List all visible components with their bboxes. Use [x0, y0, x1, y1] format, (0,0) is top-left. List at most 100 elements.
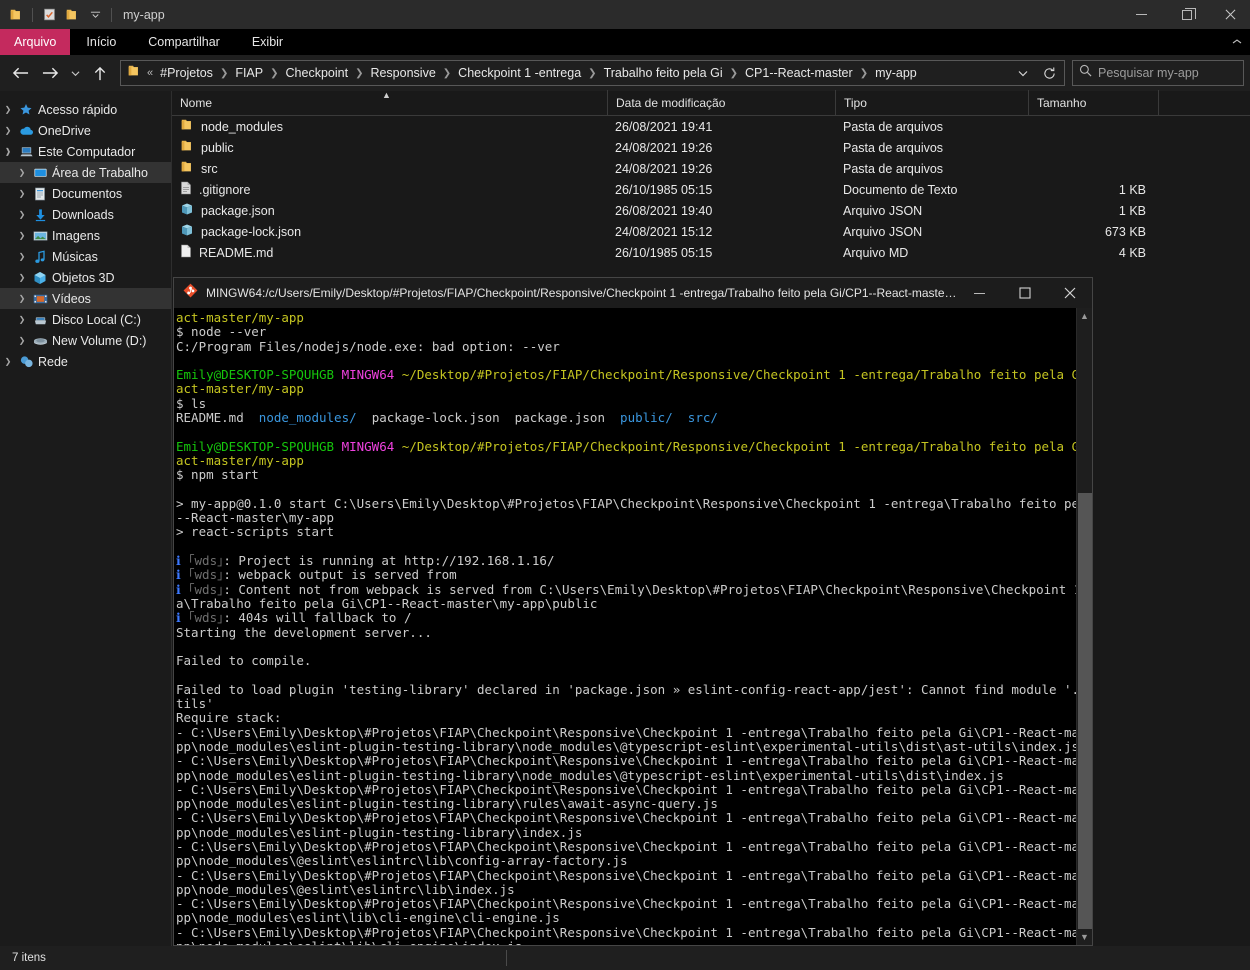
breadcrumb-separator-icon[interactable]: ❯ [270, 68, 278, 79]
sidebar-item-disco-local-c[interactable]: ❯ Disco Local (C:) [0, 309, 171, 330]
tab-exibir[interactable]: Exibir [236, 29, 299, 55]
file-name-cell[interactable]: src [172, 158, 607, 179]
table-row[interactable]: package.json 26/08/2021 19:40 Arquivo JS… [172, 200, 1250, 221]
back-arrow-icon[interactable] [6, 60, 34, 86]
terminal-scrollbar[interactable]: ▲ ▼ [1076, 308, 1092, 945]
customize-chevron-icon[interactable] [85, 5, 105, 25]
file-name-cell[interactable]: README.md [172, 242, 607, 263]
search-input[interactable]: Pesquisar my-app [1072, 60, 1244, 86]
windows-taskbar[interactable]: 7 itens [0, 946, 1250, 970]
file-name-cell[interactable]: .gitignore [172, 179, 607, 200]
terminal-segment: pp\node_modules\eslint\lib\cli-engine\in… [176, 940, 522, 945]
tab-compartilhar[interactable]: Compartilhar [132, 29, 236, 55]
file-name-cell[interactable]: package-lock.json [172, 221, 607, 242]
breadcrumb-item-fiap[interactable]: FIAP [233, 66, 265, 80]
table-row[interactable]: src 24/08/2021 19:26 Pasta de arquivos [172, 158, 1250, 179]
terminal-segment [673, 411, 688, 425]
chevron-right-icon[interactable]: ❯ [0, 105, 16, 114]
properties-icon[interactable] [39, 5, 59, 25]
chevron-right-icon[interactable]: ❯ [14, 231, 30, 240]
sidebar-item-este-computador[interactable]: ❱ Este Computador [0, 141, 171, 162]
breadcrumb-separator-icon[interactable]: ❯ [220, 68, 228, 79]
sidebar-item-area-de-trabalho[interactable]: ❯ Área de Trabalho [0, 162, 171, 183]
close-icon[interactable] [1047, 278, 1092, 308]
terminal-segment: pp\node_modules\eslint\lib\cli-engine\cl… [176, 911, 560, 926]
scrollbar-thumb[interactable] [1077, 493, 1092, 929]
ribbon-expand-icon[interactable] [1232, 29, 1242, 55]
chevron-right-icon[interactable]: ❯ [0, 126, 16, 135]
maximize-icon[interactable] [1164, 0, 1210, 29]
close-icon[interactable] [1210, 0, 1250, 29]
column-header-tipo[interactable]: Tipo [835, 90, 1028, 115]
sidebar-item-acesso-rapido[interactable]: ❯ Acesso rápido [0, 99, 171, 120]
breadcrumb-separator-icon[interactable]: ❯ [730, 68, 738, 79]
sidebar-item-videos[interactable]: ❯ Vídeos [0, 288, 171, 309]
terminal-output[interactable]: act-master/my-app $ node --ver C:/Program … [174, 308, 1076, 945]
mingw64-terminal-window[interactable]: MINGW64:/c/Users/Emily/Desktop/#Projetos… [173, 277, 1093, 946]
sidebar-item-objetos-3d[interactable]: ❯ Objetos 3D [0, 267, 171, 288]
column-header-data[interactable]: Data de modificação [607, 90, 835, 115]
recent-locations-chevron-down-icon[interactable] [66, 60, 84, 86]
chevron-up-icon[interactable]: ▲ [1077, 308, 1093, 324]
sidebar-item-musicas[interactable]: ❯ Músicas [0, 246, 171, 267]
sidebar-item-new-volume-d[interactable]: ❯ New Volume (D:) [0, 330, 171, 351]
sidebar-item-downloads[interactable]: ❯ Downloads [0, 204, 171, 225]
breadcrumb-item-my-app[interactable]: my-app [873, 66, 919, 80]
chevron-down-icon[interactable]: ▼ [1077, 929, 1093, 945]
breadcrumb-separator-icon[interactable]: ❯ [443, 68, 451, 79]
minimize-icon[interactable] [957, 278, 1002, 308]
chevron-right-icon[interactable]: ❯ [14, 210, 30, 219]
sidebar-item-imagens[interactable]: ❯ Imagens [0, 225, 171, 246]
breadcrumb-item-trabalho[interactable]: Trabalho feito pela Gi [602, 66, 725, 80]
chevron-right-icon[interactable]: ❯ [14, 168, 30, 177]
table-row[interactable]: node_modules 26/08/2021 19:41 Pasta de a… [172, 116, 1250, 137]
file-name-cell[interactable]: package.json [172, 200, 607, 221]
column-header-tamanho[interactable]: Tamanho [1028, 90, 1158, 115]
tab-inicio[interactable]: Início [70, 29, 132, 55]
folder-icon [6, 5, 26, 25]
breadcrumb-item-checkpoint1[interactable]: Checkpoint 1 -entrega [456, 66, 583, 80]
chevron-right-icon[interactable]: ❯ [14, 189, 30, 198]
table-row[interactable]: .gitignore 26/10/1985 05:15 Documento de… [172, 179, 1250, 200]
table-row[interactable]: public 24/08/2021 19:26 Pasta de arquivo… [172, 137, 1250, 158]
breadcrumb-overflow-icon[interactable]: « [147, 67, 153, 79]
scrollbar-track[interactable] [1077, 324, 1093, 929]
file-name-cell[interactable]: public [172, 137, 607, 158]
chevron-right-icon[interactable]: ❯ [0, 357, 16, 366]
terminal-segment: node_modules/ [258, 411, 357, 426]
up-arrow-icon[interactable] [86, 60, 114, 86]
breadcrumb-item-responsive[interactable]: Responsive [368, 66, 437, 80]
breadcrumb[interactable]: « #Projetos ❯ FIAP ❯ Checkpoint ❯ Respon… [120, 60, 1065, 86]
new-folder-icon[interactable] [62, 5, 82, 25]
address-chevron-down-icon[interactable] [1010, 61, 1036, 85]
forward-arrow-icon[interactable] [36, 60, 64, 86]
chevron-right-icon[interactable]: ❯ [14, 315, 30, 324]
sidebar-item-onedrive[interactable]: ❯ OneDrive [0, 120, 171, 141]
breadcrumb-item-cp1-react-master[interactable]: CP1--React-master [743, 66, 855, 80]
terminal-line: - C:\Users\Emily\Desktop\#Projetos\FIAP\… [176, 926, 1076, 940]
table-row[interactable]: README.md 26/10/1985 05:15 Arquivo MD 4 … [172, 242, 1250, 263]
maximize-icon[interactable] [1002, 278, 1047, 308]
breadcrumb-separator-icon[interactable]: ❯ [355, 68, 363, 79]
breadcrumb-item-checkpoint[interactable]: Checkpoint [284, 66, 351, 80]
sidebar-item-rede[interactable]: ❯ Rede [0, 351, 171, 372]
refresh-icon[interactable] [1036, 61, 1062, 85]
chevron-right-icon[interactable]: ❯ [14, 252, 30, 261]
tab-arquivo[interactable]: Arquivo [0, 29, 71, 55]
column-header-extra[interactable] [1158, 90, 1218, 115]
breadcrumb-item-projetos[interactable]: #Projetos [158, 66, 215, 80]
terminal-title-bar[interactable]: MINGW64:/c/Users/Emily/Desktop/#Projetos… [174, 278, 1092, 308]
breadcrumb-separator-icon[interactable]: ❯ [588, 68, 596, 79]
sidebar-item-documentos[interactable]: ❯ Documentos [0, 183, 171, 204]
sidebar-item-label: Acesso rápido [38, 102, 118, 117]
minimize-icon[interactable] [1118, 0, 1164, 29]
git-bash-icon [183, 283, 198, 303]
terminal-line: Starting the development server... [176, 626, 1076, 640]
chevron-right-icon[interactable]: ❯ [14, 336, 30, 345]
file-name-cell[interactable]: node_modules [172, 116, 607, 137]
chevron-right-icon[interactable]: ❯ [14, 273, 30, 282]
breadcrumb-separator-icon[interactable]: ❯ [860, 68, 868, 79]
chevron-down-icon[interactable]: ❱ [0, 147, 16, 156]
chevron-right-icon[interactable]: ❯ [14, 294, 30, 303]
table-row[interactable]: package-lock.json 24/08/2021 15:12 Arqui… [172, 221, 1250, 242]
